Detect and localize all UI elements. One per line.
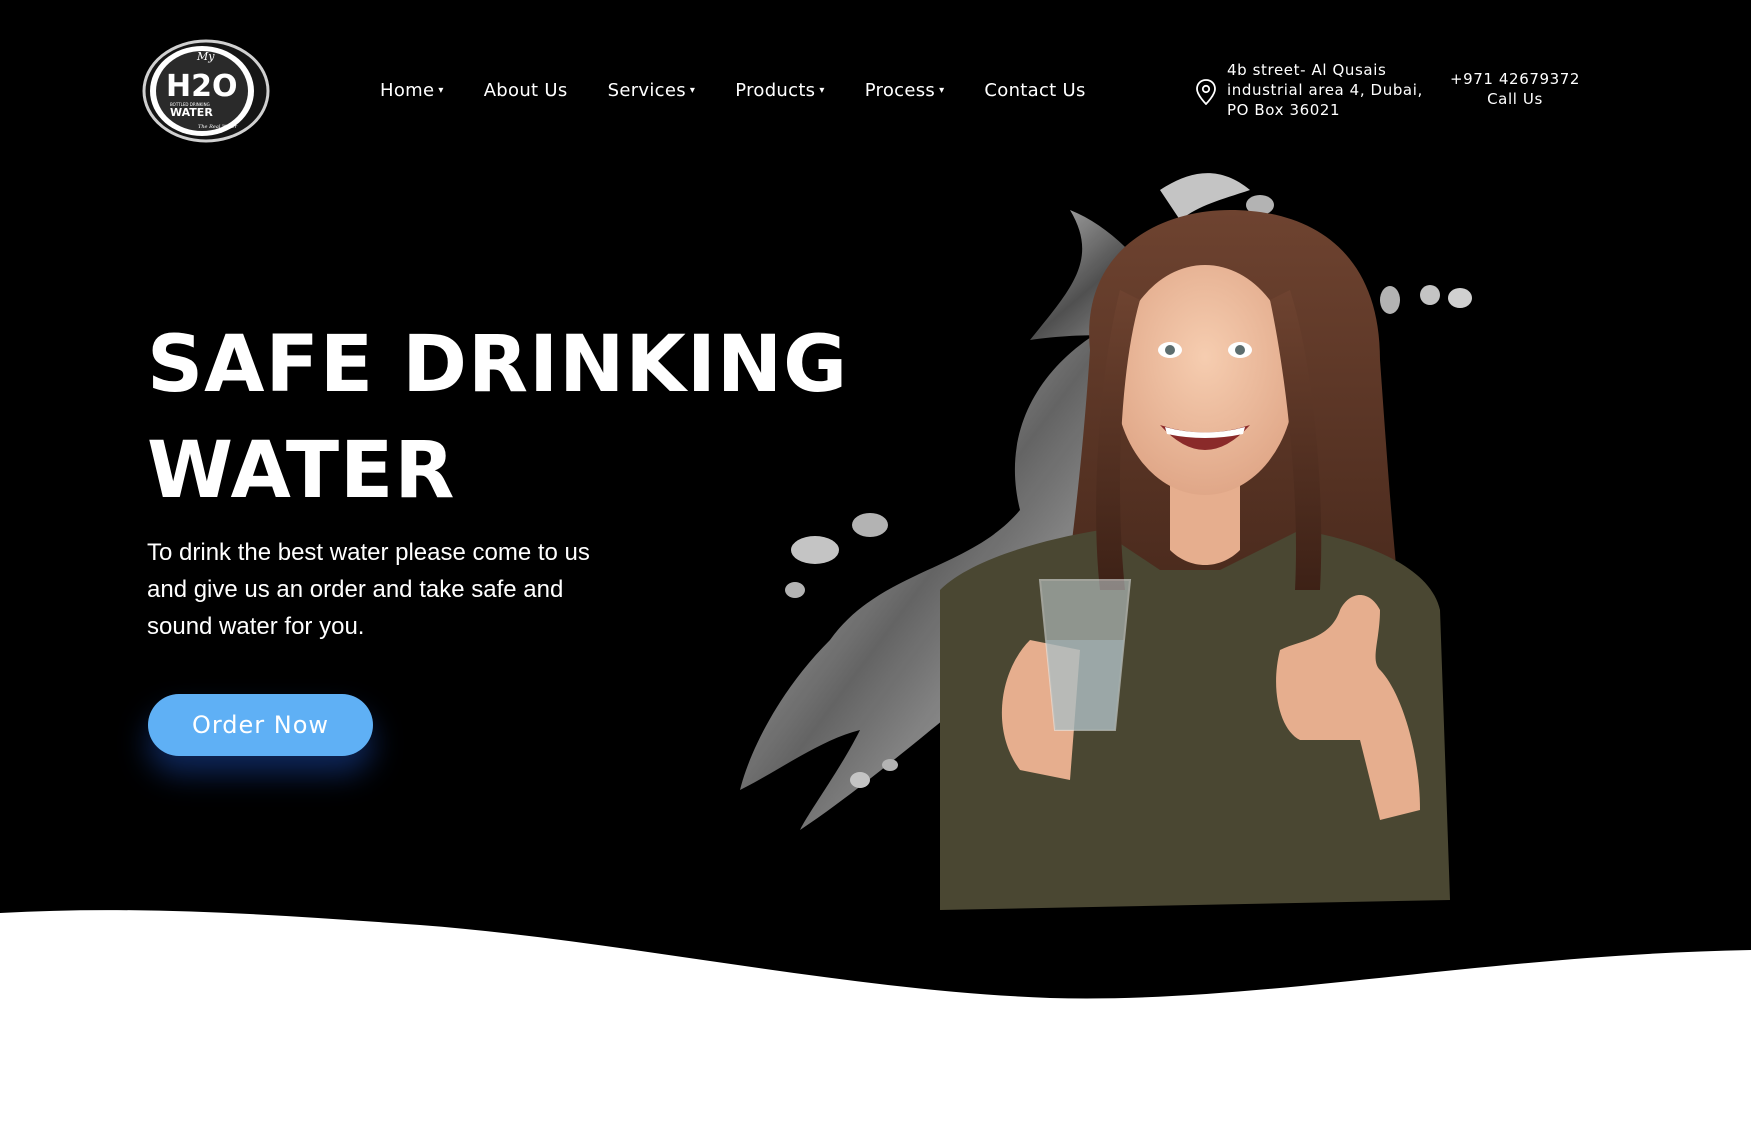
hero-description-line: sound water for you. (147, 613, 365, 640)
hero-description: To drink the best water please come to u… (147, 534, 647, 645)
hero-title: SAFE DRINKING WATER (147, 312, 848, 524)
nav-item-home[interactable]: Home ▾ (380, 80, 444, 101)
chevron-down-icon: ▾ (939, 84, 945, 96)
logo-text-tagline: The Real Water (198, 124, 238, 130)
address-line: 4b street- Al Qusais (1227, 61, 1387, 79)
nav-item-products[interactable]: Products ▾ (735, 80, 824, 101)
chevron-down-icon: ▾ (819, 84, 825, 96)
order-now-button[interactable]: Order Now (148, 694, 373, 756)
phone-number: +971 42679372 (1449, 70, 1581, 88)
logo-text-h2o: H2O (166, 69, 237, 104)
nav-item-process[interactable]: Process ▾ (865, 80, 945, 101)
nav-item-contact-us[interactable]: Contact Us (984, 80, 1085, 101)
hero-description-line: To drink the best water please come to u… (147, 539, 590, 566)
address-text: 4b street- Al Qusais industrial area 4, … (1227, 60, 1423, 120)
logo-text-water: WATER (170, 106, 213, 119)
logo[interactable]: My H2O BOTTLED DRINKING WATER The Real W… (142, 38, 270, 144)
nav-item-label: Process (864, 79, 936, 101)
hero-section: My H2O BOTTLED DRINKING WATER The Real W… (0, 0, 1751, 1134)
chevron-down-icon: ▾ (689, 84, 696, 96)
hero-title-line: WATER (147, 426, 456, 516)
main-nav: Home ▾ About Us Services ▾ Products ▾ Pr… (380, 76, 1126, 104)
nav-item-label: Products (735, 79, 816, 101)
phone-label: Call Us (1487, 90, 1543, 108)
address-line: industrial area 4, Dubai, (1227, 81, 1423, 99)
chevron-down-icon: ▾ (438, 84, 444, 96)
phone-block[interactable]: +971 42679372 Call Us (1440, 69, 1590, 109)
hero-description-line: and give us an order and take safe and (147, 576, 564, 603)
nav-item-about-us[interactable]: About Us (484, 80, 568, 101)
address-line: PO Box 36021 (1227, 101, 1341, 119)
nav-item-label: Home (380, 79, 435, 101)
map-pin-icon (1196, 79, 1216, 105)
nav-item-services[interactable]: Services ▾ (608, 80, 696, 101)
address-block[interactable]: 4b street- Al Qusais industrial area 4, … (1195, 60, 1423, 120)
hero-title-line: SAFE DRINKING (147, 320, 849, 410)
nav-item-label: Contact Us (984, 79, 1086, 101)
nav-item-label: Services (607, 79, 686, 101)
logo-text-my: My (196, 50, 215, 63)
nav-item-label: About Us (483, 79, 568, 101)
